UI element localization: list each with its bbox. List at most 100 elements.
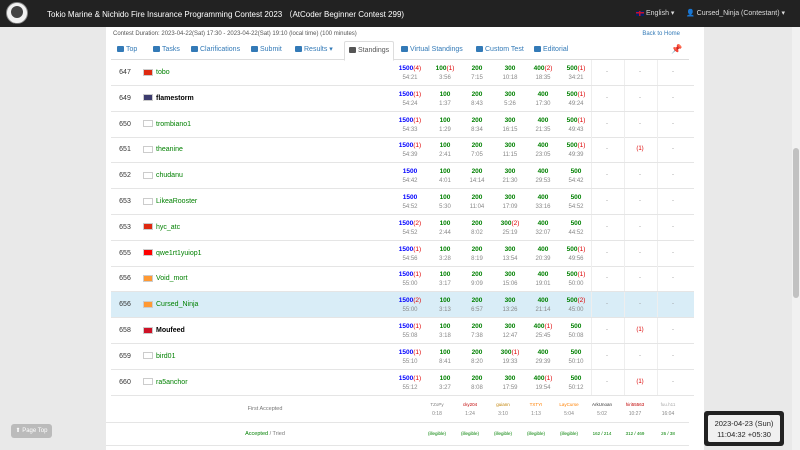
task-e-cell: 500(1) 49:39 (560, 137, 592, 162)
task-penalty: (1) (544, 323, 553, 330)
task-d-cell: 400 19:01 (527, 266, 559, 291)
task-time: 32:07 (535, 229, 551, 236)
tab-results[interactable]: Results ▾ (295, 41, 333, 58)
table-row: 656 Cursed_Ninja 1500(2) 55:00 100 3:13 200 6:5… (111, 292, 694, 319)
first-accepted-time: 3:10 (498, 411, 508, 417)
rank-cell: 650 (119, 120, 131, 128)
pin-icon[interactable]: 📌 (671, 44, 682, 55)
clock-face: 2023-04-23 (Sun) 11:04:32 +05:30 (708, 415, 780, 442)
tab-submit[interactable]: Submit (251, 41, 282, 58)
page-scrollbar[interactable] (792, 27, 800, 450)
first-accepted-time: 16:04 (661, 411, 675, 417)
user-dropdown[interactable]: 👤 Cursed_Ninja (Contestant) ▾ (686, 9, 785, 17)
tab-custom-test[interactable]: Custom Test (476, 41, 524, 58)
first-accepted-user[interactable]: guiann (488, 402, 518, 407)
tab-standings[interactable]: Standings (344, 41, 395, 61)
task-a-cell: 100 2:44 (429, 215, 461, 240)
first-accepted-user[interactable]: TXTYI (521, 402, 551, 407)
tab-virtual-standings[interactable]: Virtual Standings (401, 41, 463, 58)
task-time: 23:05 (535, 152, 551, 159)
task-b-cell: 200 8:34 (461, 112, 493, 137)
tab-editorial[interactable]: Editorial (534, 41, 568, 58)
contest-title[interactable]: Tokio Marine & Nichido Fire Insurance Pr… (47, 9, 404, 20)
task-time: 50:10 (568, 358, 584, 365)
username-link[interactable]: Cursed_Ninja (156, 301, 198, 308)
tab-top[interactable]: Top (117, 41, 137, 58)
task-empty: - (606, 94, 608, 101)
user-cell: theanine (143, 137, 393, 162)
first-accepted-time: 5:02 (597, 411, 607, 417)
task-score: 100 (429, 117, 461, 124)
first-accepted-user[interactable]: TZoPy (422, 402, 452, 407)
task-score-value: 400 (533, 374, 545, 382)
task-score: 400 (527, 271, 559, 278)
table-row: 647 tobo 1500(4) 54:21 100(1) 3:56 200 7:15 300 1… (111, 60, 694, 86)
task-c-cell: 300 13:54 (494, 241, 526, 266)
total-score-cell: 1500 54:52 (394, 189, 426, 214)
rank-cell: 660 (119, 378, 131, 386)
page-top-button[interactable]: ⬆ Page Top (11, 424, 52, 438)
task-score-value: 100 (439, 219, 451, 227)
username-link[interactable]: hyc_atc (156, 224, 180, 231)
accepted-tried-label: Accepted / Tried (106, 431, 424, 437)
username-link[interactable]: chudanu (156, 172, 183, 179)
task-empty: - (639, 94, 641, 101)
total-score-cell: 1500(2) 54:52 (394, 215, 426, 240)
task-d-cell: 400 23:05 (527, 137, 559, 162)
username-link[interactable]: flamestorm (156, 95, 194, 102)
task-score: 500(2) (560, 297, 592, 304)
first-accepted-user[interactable]: hiri55563 (620, 402, 650, 407)
first-accepted-time: 5:04 (564, 411, 574, 417)
task-time: 12:47 (502, 333, 518, 339)
task-ex-cell: - (657, 343, 689, 369)
task-e-cell: 500 50:12 (560, 370, 592, 395)
language-dropdown[interactable]: English ▾ (636, 9, 674, 17)
table-row: 649 flamestorm 1500(1) 54:24 100 1:37 200 8:43 3… (111, 85, 694, 112)
username-link[interactable]: Moufeed (156, 327, 185, 334)
tab-tasks[interactable]: Tasks (153, 41, 180, 58)
accepted-tried-count: 312 / 469 (625, 431, 645, 436)
task-empty: - (672, 94, 674, 101)
task-ex-cell: - (624, 163, 656, 189)
task-score: 500 (560, 194, 592, 201)
task-time: 11:04 (469, 204, 485, 210)
scrollbar-thumb[interactable] (793, 148, 799, 298)
task-time: 34:21 (568, 75, 584, 81)
task-time: 5:30 (439, 204, 451, 210)
first-accepted-user[interactable]: LayCurse (554, 402, 584, 407)
username-link[interactable]: tobo (156, 69, 170, 76)
clock-time: 11:04:32 +05:30 (717, 430, 771, 439)
username-link[interactable]: theanine (156, 146, 183, 153)
task-b-cell: 200 14:14 (461, 163, 493, 188)
tab-label: Top (126, 46, 138, 53)
username-link[interactable]: ra5anchor (156, 379, 188, 386)
rank-cell: 656 (119, 275, 131, 283)
first-accepted-user[interactable]: fuu.h11 (653, 402, 683, 407)
first-accepted-user[interactable]: cky204 (455, 402, 485, 407)
task-ex-cell: - (624, 343, 656, 369)
task-score: 500(1) (560, 271, 592, 278)
tasks-icon (153, 46, 160, 52)
username-link[interactable]: trombiano1 (156, 121, 191, 128)
accepted-tried-row: Accepted / Tried (illegible) (illegible) (… (106, 423, 689, 446)
task-time: 54:52 (568, 204, 584, 210)
task-c-cell: 300 11:15 (494, 137, 526, 162)
back-to-home-link[interactable]: Back to Home (642, 31, 680, 37)
clock-date: 2023-04-23 (Sun) (714, 419, 774, 428)
total-score: 1500(1) (394, 117, 426, 124)
first-accepted-user[interactable]: ArkUnoan (587, 402, 617, 407)
atcoder-logo[interactable]: AtCoder (6, 2, 28, 26)
tab-clarifications[interactable]: Clarifications (191, 41, 240, 58)
username-link[interactable]: bird01 (156, 353, 175, 360)
task-d-cell: 400 20:39 (527, 241, 559, 266)
task-empty: - (639, 198, 641, 204)
total-score-value: 1500 (398, 219, 414, 227)
username-link[interactable]: qwe1rt1yuiop1 (156, 250, 202, 257)
task-ex-cell: (1) (624, 318, 656, 343)
task-time: 6:57 (471, 307, 483, 314)
task-ex-cell: - (657, 85, 689, 111)
username-link[interactable]: LikeaRooster (156, 198, 197, 205)
username-link[interactable]: Void_mort (156, 275, 188, 282)
task-empty: - (606, 275, 608, 282)
task-b-cell: 200 6:57 (461, 292, 493, 317)
